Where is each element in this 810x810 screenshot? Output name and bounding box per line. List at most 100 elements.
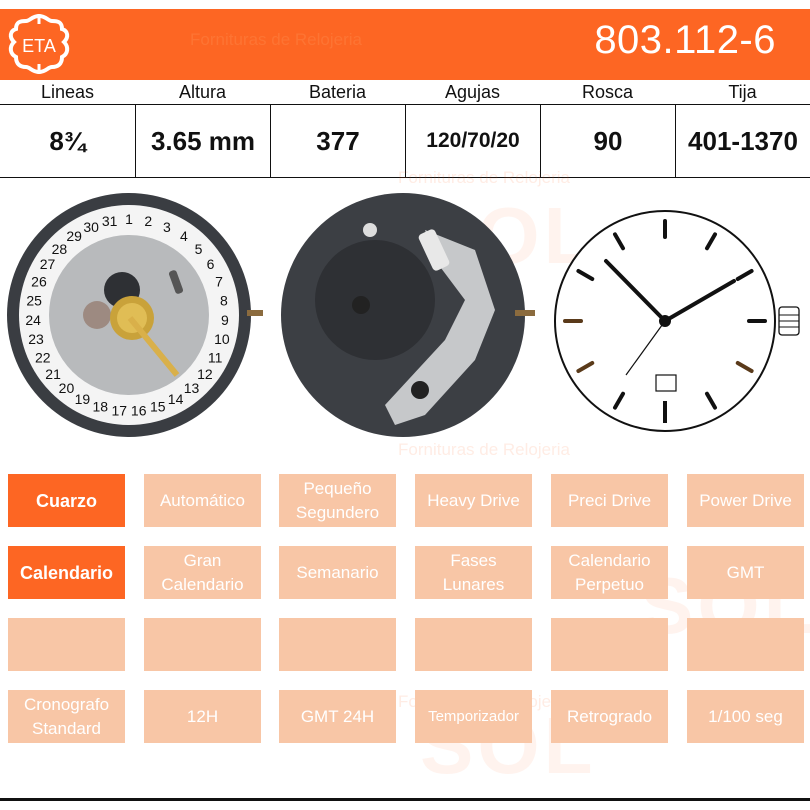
date-window [655, 374, 677, 392]
eta-logo-icon: ETA [8, 13, 70, 75]
feature-tile-empty-16 [551, 618, 668, 671]
feature-tile-empty-15 [415, 618, 532, 671]
date-number: 24 [25, 312, 41, 328]
feature-tile-empty-14 [279, 618, 396, 671]
spec-value-agujas: 120/70/20 [405, 105, 540, 177]
feature-label: GMT [726, 562, 765, 582]
spec-label-agujas: Agujas [444, 82, 501, 102]
watermark-text: Fornituras de Relojeria [398, 168, 570, 187]
date-number: 7 [215, 274, 223, 290]
date-number: 4 [180, 228, 188, 244]
feature-label: Gran Calendario [161, 550, 244, 594]
feature-label: Automático [159, 490, 246, 510]
date-number: 30 [83, 219, 99, 235]
feature-label: 1/100 seg [708, 706, 783, 726]
date-number: 10 [214, 331, 230, 347]
spec-value-altura: 3.65 mm [135, 105, 270, 177]
spec-value-tija: 401-1370 [675, 105, 810, 177]
feature-tile-retrogrado: Retrogrado [551, 690, 668, 743]
spec-label-tija: Tija [728, 82, 757, 102]
date-number: 18 [92, 399, 108, 415]
feature-label: Semanario [296, 562, 379, 582]
feature-label: Power Drive [699, 490, 792, 510]
feature-label: Cronografo Standard [23, 694, 110, 738]
specs-table: Lineas Altura Bateria Agujas Rosca Tija … [0, 80, 810, 178]
spec-label-bateria: Bateria [308, 82, 367, 102]
spec-labels: Lineas Altura Bateria Agujas Rosca Tija [0, 80, 810, 104]
date-number: 21 [45, 366, 61, 382]
feature-tile-calendario-perpetuo: Calendario Perpetuo [551, 546, 668, 599]
date-number: 23 [28, 331, 44, 347]
date-number: 12 [197, 366, 213, 382]
date-number: 1 [125, 211, 133, 227]
feature-label: Cuarzo [35, 490, 97, 511]
feature-label: Fases Lunares [442, 550, 505, 594]
feature-tile-fases-lunares: Fases Lunares [415, 546, 532, 599]
date-number: 2 [144, 213, 152, 229]
feature-tile-cronografo-standard: Cronografo Standard [8, 690, 125, 743]
feature-label: 12H [186, 706, 219, 726]
date-number: 11 [208, 349, 223, 365]
spec-values: 8¾ 3.65 mm 377 120/70/20 90 401-1370 [0, 104, 810, 178]
date-number: 25 [26, 292, 42, 308]
date-number: 19 [75, 391, 91, 407]
watermark-text: Fornituras de Relojeria [398, 440, 570, 459]
spec-value-rosca: 90 [540, 105, 675, 177]
date-number: 20 [59, 380, 75, 396]
date-number: 31 [102, 213, 118, 229]
date-number: 15 [150, 399, 166, 415]
feature-tile-preci-drive: Preci Drive [551, 474, 668, 527]
date-number: 27 [40, 256, 56, 272]
feature-tile-12h: 12H [144, 690, 261, 743]
spec-value-bateria: 377 [270, 105, 405, 177]
spec-label-rosca: Rosca [581, 82, 634, 102]
date-number: 13 [184, 380, 200, 396]
date-number: 22 [35, 349, 51, 365]
feature-label: Temporizador [428, 707, 519, 725]
feature-tile-gmt: GMT [687, 546, 804, 599]
dial-diagram-image [554, 210, 800, 432]
feature-tile-cuarzo: Cuarzo [8, 474, 125, 527]
date-number: 26 [31, 274, 47, 290]
feature-tile-pequeno-segundero: Pequeño Segundero [279, 474, 396, 527]
feature-label: Pequeño Segundero [295, 478, 380, 522]
feature-label: Calendario Perpetuo [568, 550, 651, 594]
movement-dial-side-image: 1 2 34567891011121314151617181920212223242… [7, 193, 263, 437]
feature-label: GMT 24H [300, 706, 375, 726]
feature-tile-1-100-seg: 1/100 seg [687, 690, 804, 743]
feature-tile-empty-12 [8, 618, 125, 671]
feature-tile-temporizador: Temporizador [415, 690, 532, 743]
feature-tile-empty-13 [144, 618, 261, 671]
feature-tile-automatico: Automático [144, 474, 261, 527]
feature-tile-calendario: Calendario [8, 546, 125, 599]
feature-tile-power-drive: Power Drive [687, 474, 804, 527]
feature-label: Heavy Drive [427, 490, 520, 510]
date-number: 3 [163, 219, 171, 235]
feature-tile-heavy-drive: Heavy Drive [415, 474, 532, 527]
date-number: 17 [111, 403, 127, 419]
feature-tile-gmt-24h: GMT 24H [279, 690, 396, 743]
model-number: 803.112-6 [594, 18, 776, 62]
feature-label: Retrogrado [566, 706, 653, 726]
date-number: 16 [131, 403, 147, 419]
date-number: 6 [207, 256, 215, 272]
feature-tile-empty-17 [687, 618, 804, 671]
feature-tile-semanario: Semanario [279, 546, 396, 599]
feature-label: Preci Drive [567, 490, 652, 510]
spec-label-lineas: Lineas [40, 82, 95, 102]
movement-back-side-image [281, 193, 535, 437]
date-number: 8 [220, 292, 228, 308]
date-number: 9 [221, 312, 229, 328]
center-pin [659, 315, 671, 327]
date-number: 28 [52, 241, 68, 257]
svg-text:ETA: ETA [22, 36, 56, 56]
feature-tile-gran-calendario: Gran Calendario [144, 546, 261, 599]
date-number: 14 [168, 391, 184, 407]
feature-label: Calendario [19, 562, 114, 583]
spec-label-altura: Altura [178, 82, 227, 102]
date-number: 5 [195, 241, 203, 257]
watermark-text: Fornituras de Relojeria [190, 30, 362, 49]
date-number: 29 [66, 228, 82, 244]
spec-value-lineas: 8¾ [49, 125, 86, 156]
bottom-divider [0, 798, 810, 801]
